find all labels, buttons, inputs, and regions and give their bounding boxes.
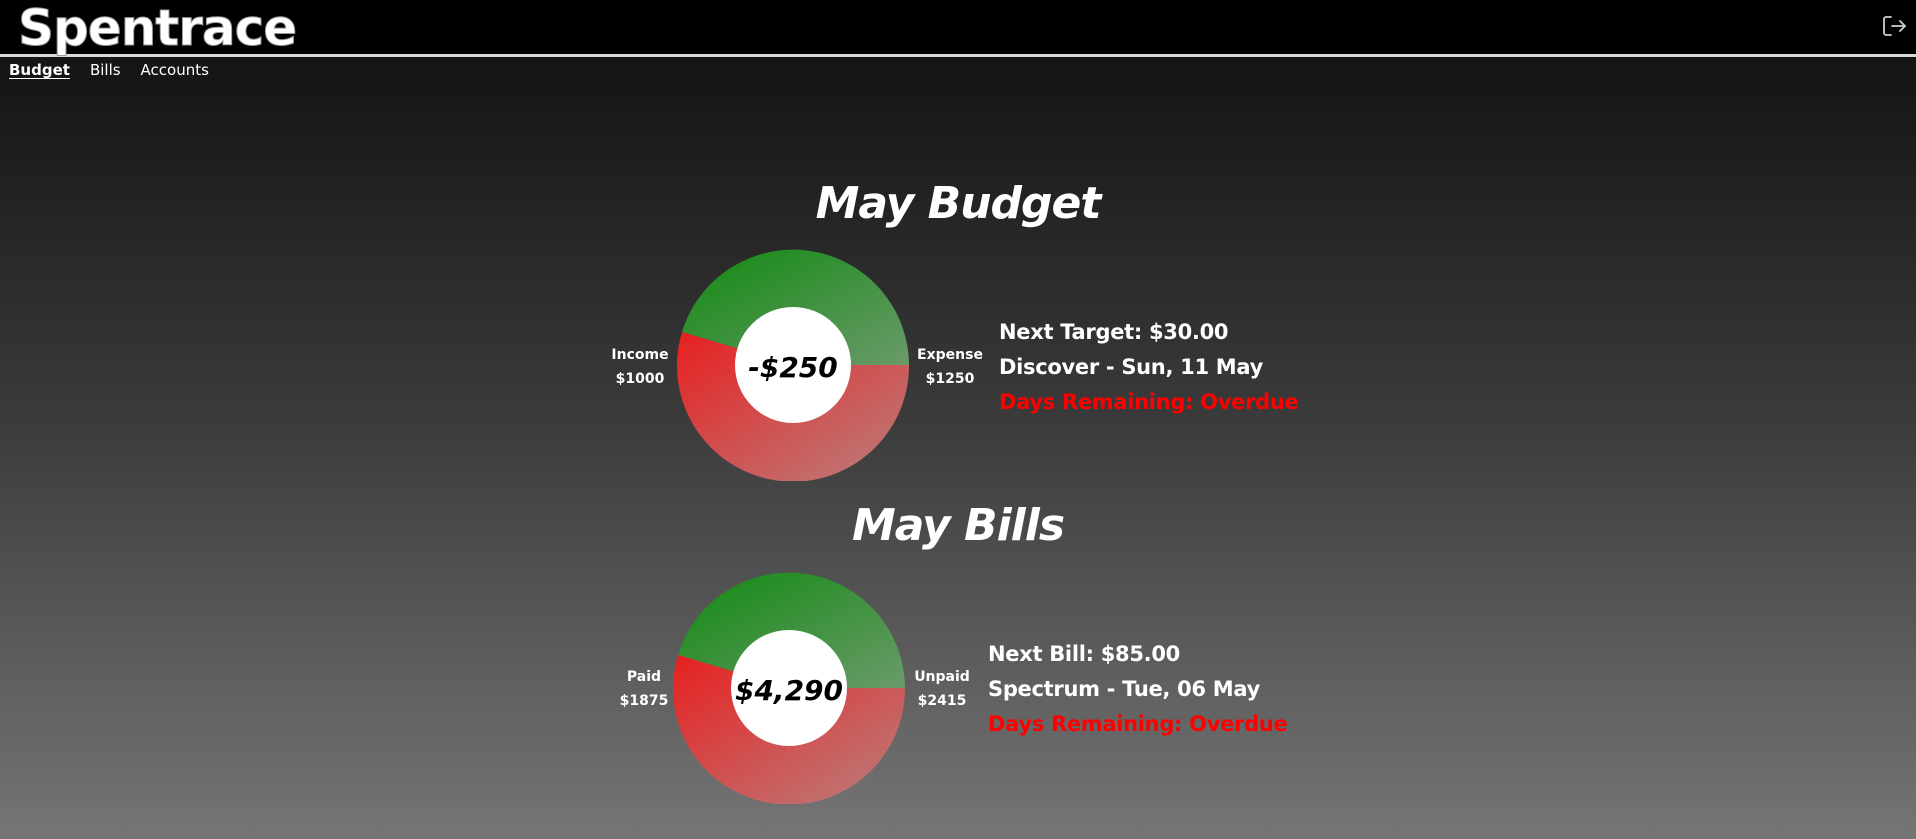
budget-days-remaining: Days Remaining: Overdue bbox=[999, 390, 1299, 414]
unpaid-value: $2415 bbox=[917, 693, 967, 709]
nav-accounts[interactable]: Accounts bbox=[141, 61, 209, 79]
nav-bills[interactable]: Bills bbox=[90, 61, 121, 79]
nav-budget[interactable]: Budget bbox=[9, 61, 70, 79]
paid-label: Paid bbox=[626, 669, 662, 685]
income-label: Income bbox=[611, 347, 669, 363]
next-target: Next Target: $30.00 bbox=[999, 320, 1229, 344]
bills-info: Next Bill: $85.00 Spectrum - Tue, 06 May… bbox=[988, 637, 1288, 742]
budget-title: May Budget bbox=[815, 178, 1102, 229]
bills-days-remaining: Days Remaining: Overdue bbox=[988, 712, 1288, 736]
bills-donut-chart: $4,290 bbox=[673, 572, 905, 804]
top-bar: Spentrace bbox=[0, 0, 1916, 57]
paid-value: $1875 bbox=[619, 693, 669, 709]
target-date: Discover - Sun, 11 May bbox=[999, 355, 1263, 379]
logout-icon[interactable] bbox=[1880, 12, 1908, 40]
main-nav: Budget Bills Accounts bbox=[9, 61, 209, 79]
income-value: $1000 bbox=[615, 371, 665, 387]
unpaid-label-group: Unpaid $2415 bbox=[908, 665, 976, 713]
income-label-group: Income $1000 bbox=[606, 343, 674, 391]
paid-label-group: Paid $1875 bbox=[610, 665, 678, 713]
expense-label: Expense bbox=[917, 347, 983, 363]
app-logo: Spentrace bbox=[17, 0, 297, 57]
next-bill: Next Bill: $85.00 bbox=[988, 642, 1180, 666]
expense-value: $1250 bbox=[925, 371, 975, 387]
expense-label-group: Expense $1250 bbox=[912, 343, 988, 391]
bills-title: May Bills bbox=[851, 500, 1065, 551]
budget-info: Next Target: $30.00 Discover - Sun, 11 M… bbox=[999, 315, 1299, 420]
budget-donut-chart: -$250 bbox=[677, 249, 909, 481]
bills-center-value: $4,290 bbox=[735, 674, 843, 707]
unpaid-label: Unpaid bbox=[914, 669, 970, 685]
bill-date: Spectrum - Tue, 06 May bbox=[988, 677, 1260, 701]
budget-center-value: -$250 bbox=[748, 351, 838, 384]
